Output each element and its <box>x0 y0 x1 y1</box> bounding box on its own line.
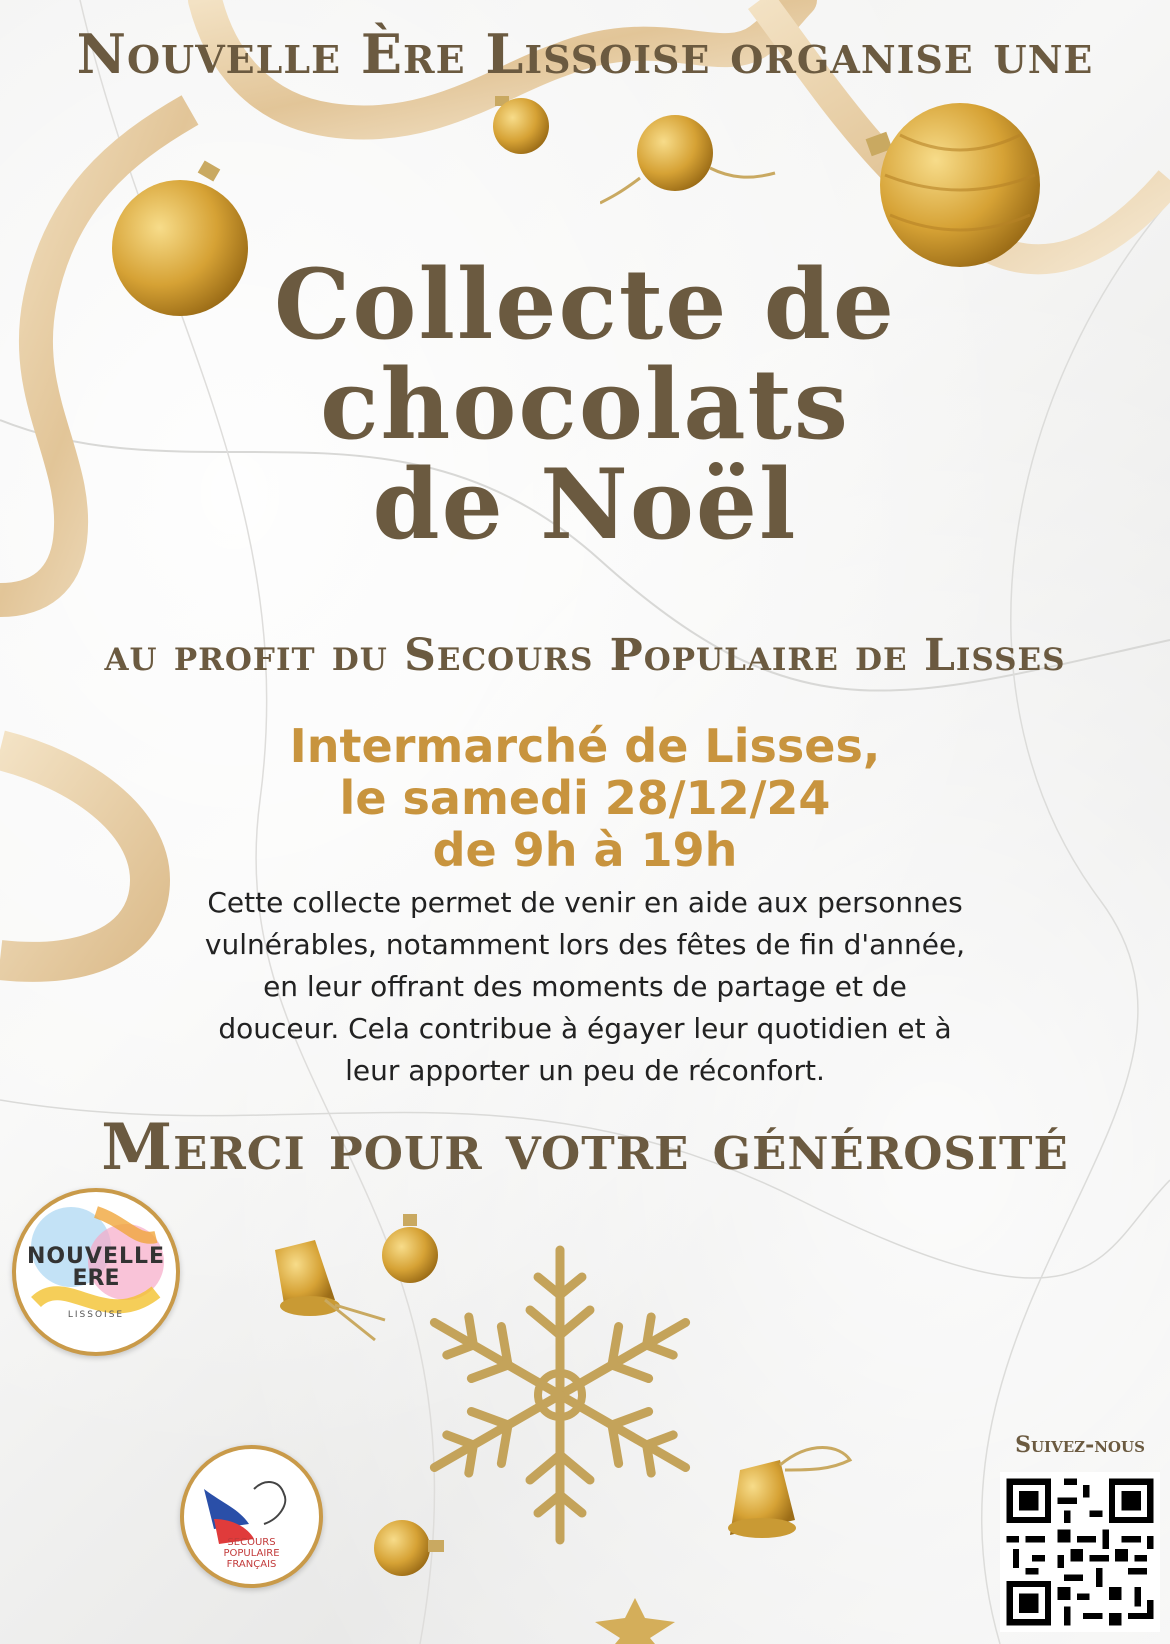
gold-star-icon <box>595 1598 675 1644</box>
event-details: Intermarché de Lisses, le samedi 28/12/2… <box>0 720 1170 876</box>
gold-bell-right-icon <box>728 1446 853 1538</box>
sp-line: POPULAIRE <box>223 1548 280 1559</box>
event-hours: de 9h à 19h <box>432 823 738 877</box>
thanks-heading: Merci pour votre générosité <box>101 1110 1069 1185</box>
secours-populaire-text: SECOURS POPULAIRE FRANÇAIS <box>184 1537 319 1570</box>
event-date: le samedi 28/12/24 <box>339 771 831 825</box>
event-title-line: chocolats <box>320 348 850 461</box>
poster: Nouvelle Ère Lissoise organise une Colle… <box>0 0 1170 1644</box>
sp-line: SECOURS <box>227 1537 276 1548</box>
event-location: Intermarché de Lisses, <box>289 719 881 773</box>
sp-line: FRANÇAIS <box>226 1559 277 1570</box>
event-description: Cette collecte permet de venir en aide a… <box>150 882 1020 1092</box>
description-line: leur apporter un peu de réconfort. <box>345 1054 825 1087</box>
gold-bauble-bottom-small-icon <box>374 1520 444 1576</box>
event-title: Collecte de chocolats de Noël <box>210 255 960 555</box>
beneficiary-heading: au profit du Secours Populaire de Lisses <box>104 630 1066 681</box>
gold-bell-icon <box>275 1240 386 1342</box>
description-line: Cette collecte permet de venir en aide a… <box>207 886 963 919</box>
description-line: vulnérables, notamment lors des fêtes de… <box>204 928 966 961</box>
snowflake-icon <box>429 1245 691 1545</box>
event-title-line: de Noël <box>372 448 798 561</box>
description-line: en leur offrant des moments de partage e… <box>263 970 907 1003</box>
secours-populaire-logo: SECOURS POPULAIRE FRANÇAIS <box>180 1445 323 1588</box>
organizer-heading: Nouvelle Ère Lissoise organise une <box>76 22 1094 86</box>
follow-us-label: Suivez-nous <box>1015 1432 1145 1458</box>
description-line: douceur. Cela contribue à égayer leur qu… <box>218 1012 952 1045</box>
logo-text-line2: ERE <box>72 1266 120 1291</box>
logo-text-line3: LISSOISE <box>67 1310 125 1320</box>
gold-bauble-small-icon <box>493 96 549 154</box>
qr-code-icon[interactable] <box>1000 1472 1160 1632</box>
gold-bauble-textured-icon <box>600 115 776 205</box>
event-title-line: Collecte de <box>274 248 896 361</box>
nouvelle-ere-logo: NOUVELLE ERE LISSOISE <box>12 1188 180 1356</box>
